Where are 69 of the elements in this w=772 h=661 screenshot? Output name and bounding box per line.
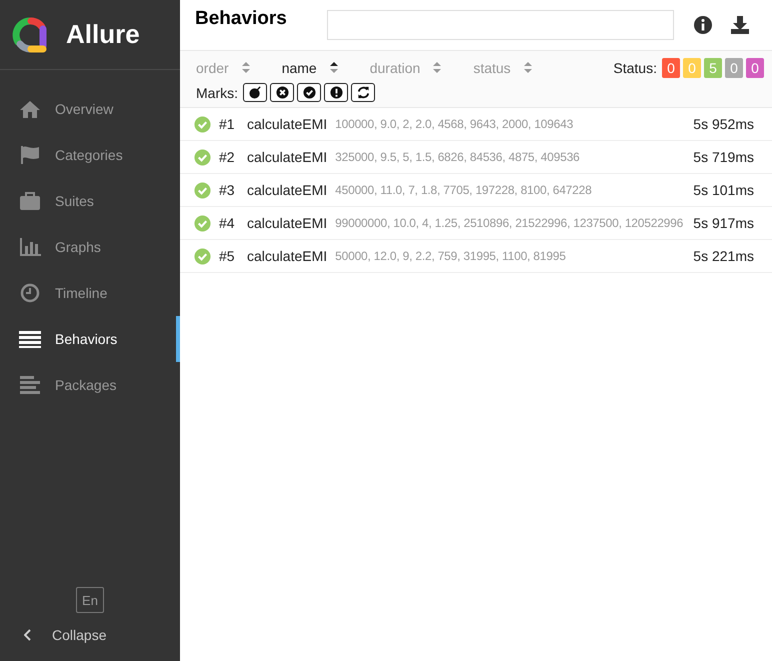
status-count-toggle[interactable]: 0 xyxy=(725,58,743,78)
language-button[interactable]: En xyxy=(76,587,104,613)
test-parameters: 450000, 11.0, 7, 1.8, 7705, 197228, 8100, 647228 xyxy=(335,183,593,197)
nav-item[interactable]: Overview xyxy=(0,86,180,132)
test-row[interactable]: #2 calculateEMI 325000, 9.5, 5, 1.5, 6826, 84536, 4875, 409536 5s 719ms xyxy=(180,141,772,174)
bars-icon xyxy=(19,375,41,395)
status-count-toggle[interactable]: 0 xyxy=(746,58,764,78)
test-parameters: 325000, 9.5, 5, 1.5, 6826, 84536, 4875, 409536 xyxy=(335,150,581,164)
sort-icon xyxy=(432,61,442,74)
test-index: #1 xyxy=(219,116,236,132)
bomb-icon xyxy=(248,86,262,99)
brand-name: Allure xyxy=(66,19,140,50)
exclamation-circle-icon xyxy=(330,86,342,99)
test-index: #2 xyxy=(219,149,236,165)
nav-item[interactable]: Suites xyxy=(0,178,180,224)
test-row[interactable]: #1 calculateEMI 100000, 9.0, 2, 2.0, 4568, 9643, 2000, 109643 5s 952ms xyxy=(180,108,772,141)
sort-link[interactable]: status xyxy=(473,60,533,76)
sort-icon xyxy=(522,61,533,74)
nav-item[interactable]: Graphs xyxy=(0,224,180,270)
test-duration: 5s 101ms xyxy=(693,182,754,198)
mark-toggle[interactable] xyxy=(324,83,348,102)
sort-link[interactable]: name xyxy=(282,60,339,76)
nav-item[interactable]: Timeline xyxy=(0,270,180,316)
test-duration: 5s 952ms xyxy=(693,116,754,132)
mark-toggle[interactable] xyxy=(243,83,267,102)
mark-toggle[interactable] xyxy=(270,83,294,102)
home-icon xyxy=(19,99,41,119)
test-name: calculateEMI xyxy=(247,248,328,264)
test-parameters: 50000, 12.0, 9, 2.2, 759, 31995, 1100, 81995 xyxy=(335,249,567,263)
collapse-button[interactable]: Collapse xyxy=(0,627,106,643)
test-row[interactable]: #3 calculateEMI 450000, 11.0, 7, 1.8, 7705, 197228, 8100, 647228 5s 101ms xyxy=(180,174,772,207)
mark-toggle[interactable] xyxy=(351,83,375,102)
test-parameters: 99000000, 10.0, 4, 1.25, 2510896, 21522996, 1237500, 120522996 xyxy=(335,216,684,230)
test-duration: 5s 917ms xyxy=(693,215,754,231)
test-index: #5 xyxy=(219,248,236,264)
bar-chart-icon xyxy=(19,237,41,257)
test-duration: 5s 719ms xyxy=(693,149,754,165)
nav-item[interactable]: Packages xyxy=(0,362,180,408)
test-name: calculateEMI xyxy=(247,149,328,165)
clock-icon xyxy=(19,283,41,303)
test-name: calculateEMI xyxy=(247,116,328,132)
test-row[interactable]: #4 calculateEMI 99000000, 10.0, 4, 1.25, 2510896, 21522996, 1237500, 120522996 5s 917ms xyxy=(180,207,772,240)
test-parameters: 100000, 9.0, 2, 2.0, 4568, 9643, 2000, 109643 xyxy=(335,117,574,131)
download-icon[interactable] xyxy=(730,15,750,35)
refresh-icon xyxy=(356,86,370,99)
test-row[interactable]: #5 calculateEMI 50000, 12.0, 9, 2.2, 759, 31995, 1100, 81995 5s 221ms xyxy=(180,240,772,273)
briefcase-icon xyxy=(19,191,41,211)
close-circle-icon xyxy=(276,86,288,99)
nav-item[interactable]: Categories xyxy=(0,132,180,178)
search-field[interactable] xyxy=(326,10,674,40)
sort-link[interactable]: duration xyxy=(370,60,442,76)
test-index: #3 xyxy=(219,182,236,198)
sort-link[interactable]: order xyxy=(196,60,251,76)
marks-label: Marks: xyxy=(196,84,238,100)
status-count-toggle[interactable]: 0 xyxy=(662,58,680,78)
info-icon[interactable] xyxy=(693,15,713,35)
status-label: Status: xyxy=(613,60,657,76)
test-duration: 5s 221ms xyxy=(693,248,754,264)
mark-toggle[interactable] xyxy=(297,83,321,102)
test-name: calculateEMI xyxy=(247,182,328,198)
test-index: #4 xyxy=(219,215,236,231)
page-title: Behaviors xyxy=(195,8,287,30)
chevron-left-icon xyxy=(24,629,32,641)
sort-icon xyxy=(240,61,251,74)
check-circle-icon xyxy=(302,86,316,99)
test-name: calculateEMI xyxy=(247,215,328,231)
sort-icon xyxy=(328,61,339,74)
list-icon xyxy=(19,329,41,349)
flag-icon xyxy=(19,145,41,165)
